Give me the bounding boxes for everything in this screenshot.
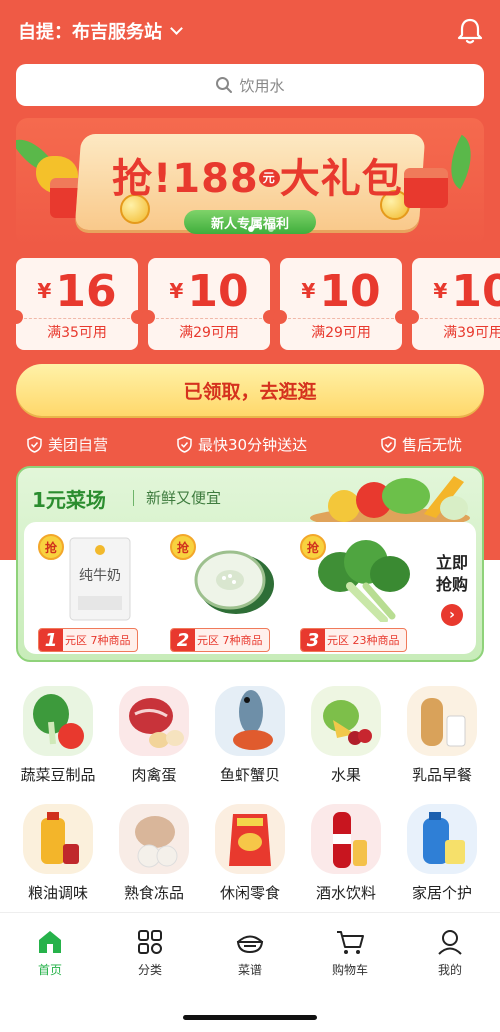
coupon-card[interactable]: ¥16 满35可用 — [16, 258, 145, 350]
red-envelope-icon — [404, 168, 448, 208]
shield-check-icon — [381, 436, 396, 453]
category-dairy[interactable]: 乳品早餐 — [396, 686, 488, 786]
dairy-icon — [407, 686, 477, 756]
category-grid-icon — [138, 930, 162, 954]
home-indicator — [183, 1015, 317, 1020]
grab-badge: 抢 — [38, 534, 64, 560]
grab-badge: 抢 — [170, 534, 196, 560]
vegetable-basket-icon — [310, 476, 470, 524]
household-icon — [407, 804, 477, 874]
arrow-right-icon: › — [441, 604, 463, 626]
guarantee-self-operated: 美团自营 — [26, 434, 108, 455]
shield-check-icon — [27, 436, 42, 453]
category-household[interactable]: 家居个护 — [396, 804, 488, 904]
search-icon — [216, 77, 233, 93]
category-frozen[interactable]: 熟食冻品 — [108, 804, 200, 904]
pagination-dot — [268, 226, 274, 232]
frozen-food-icon — [119, 804, 189, 874]
shield-check-icon — [177, 436, 192, 453]
search-placeholder: 饮用水 — [239, 76, 285, 95]
meat-icon — [119, 686, 189, 756]
guarantee-after-sales: 售后无忧 — [380, 434, 462, 455]
coupon-amount: ¥16 — [37, 266, 117, 317]
coupon-condition: 满39可用 — [443, 325, 500, 341]
pickup-station-selector[interactable]: 自提：布吉服务站 — [18, 18, 183, 44]
category-grain-oil[interactable]: 粮油调味 — [12, 804, 104, 904]
coupon-condition: 满29可用 — [311, 325, 371, 341]
coupon-card[interactable]: ¥10 满29可用 — [273, 258, 409, 350]
snack-icon — [215, 804, 285, 874]
banner-pagination — [248, 226, 274, 232]
market-product-3yuan[interactable]: 抢 3 元区 23种商品 — [300, 532, 424, 652]
category-vegetables[interactable]: 蔬菜豆制品 — [12, 686, 104, 786]
market-subtitle: 新鲜又便宜 — [146, 489, 222, 507]
chevron-down-icon — [170, 21, 183, 35]
bell-icon[interactable] — [457, 17, 483, 45]
vegetable-icon — [23, 686, 93, 756]
category-meat[interactable]: 肉禽蛋 — [108, 686, 200, 786]
price-zone-tag: 1 元区 7种商品 — [38, 628, 138, 652]
tab-recipes[interactable]: 菜谱 — [210, 927, 290, 978]
bottom-nav: 首页 分类 菜谱 购物车 我的 — [0, 912, 500, 1032]
market-products-panel: 纯牛奶 抢 1 元区 7种商品 抢 2 元区 7种商品 抢 3 元区 23种商品… — [24, 522, 476, 654]
coupon-card[interactable]: ¥10 满39可用 — [405, 258, 500, 350]
tab-category[interactable]: 分类 — [110, 927, 190, 978]
market-product-1yuan[interactable]: 纯牛奶 抢 1 元区 7种商品 — [38, 532, 162, 652]
coupon-amount: ¥10 — [301, 266, 381, 317]
market-product-2yuan[interactable]: 抢 2 元区 7种商品 — [170, 532, 294, 652]
cart-icon — [337, 931, 364, 954]
oil-icon — [23, 804, 93, 874]
claimed-go-shopping-button[interactable]: 已领取，去逛逛 — [16, 364, 484, 416]
category-snacks[interactable]: 休闲零食 — [204, 804, 296, 904]
banner-headline: 抢!188 元大礼包 — [112, 156, 403, 202]
coupon-amount: ¥10 — [433, 266, 500, 317]
coupon-card[interactable]: ¥10 满29可用 — [141, 258, 277, 350]
tab-cart[interactable]: 购物车 — [310, 927, 390, 978]
coupon-amount: ¥10 — [169, 266, 249, 317]
drink-icon — [311, 804, 381, 874]
home-icon — [39, 931, 61, 953]
coupon-condition: 满29可用 — [179, 325, 239, 341]
coupon-condition: 满35可用 — [47, 325, 107, 341]
recipe-bowl-icon — [236, 935, 264, 954]
top-bar: 自提：布吉服务站 — [0, 0, 500, 62]
svg-text:纯牛奶: 纯牛奶 — [79, 568, 121, 584]
profile-icon — [438, 930, 462, 955]
category-drinks[interactable]: 酒水饮料 — [300, 804, 392, 904]
pickup-station-label: 自提：布吉服务站 — [18, 22, 162, 43]
buy-now-button[interactable]: 立即 抢购 › — [434, 552, 470, 626]
category-fruit[interactable]: 水果 — [300, 686, 392, 786]
search-bar[interactable]: 饮用水 — [16, 64, 484, 106]
fruit-icon — [311, 686, 381, 756]
tab-profile[interactable]: 我的 — [410, 927, 490, 978]
price-zone-tag: 3 元区 23种商品 — [300, 628, 407, 652]
category-seafood[interactable]: 鱼虾蟹贝 — [204, 686, 296, 786]
promo-banner[interactable]: 抢!188 元大礼包 新人专属福利 — [16, 118, 484, 246]
guarantee-fast-delivery: 最快30分钟送达 — [176, 434, 307, 455]
pagination-dot-active — [248, 226, 254, 232]
coupon-strip: ¥16 满35可用 ¥10 满29可用 ¥10 满29可用 ¥10 满39可用 — [16, 258, 500, 352]
one-yuan-market-card[interactable]: 1元菜场 新鲜又便宜 纯牛奶 抢 1 元区 7种商品 抢 2 元区 7种商品 抢… — [16, 466, 484, 662]
price-zone-tag: 2 元区 7种商品 — [170, 628, 270, 652]
tab-home[interactable]: 首页 — [10, 927, 90, 978]
grab-badge: 抢 — [300, 534, 326, 560]
market-title: 1元菜场 — [32, 488, 106, 512]
seafood-icon — [215, 686, 285, 756]
